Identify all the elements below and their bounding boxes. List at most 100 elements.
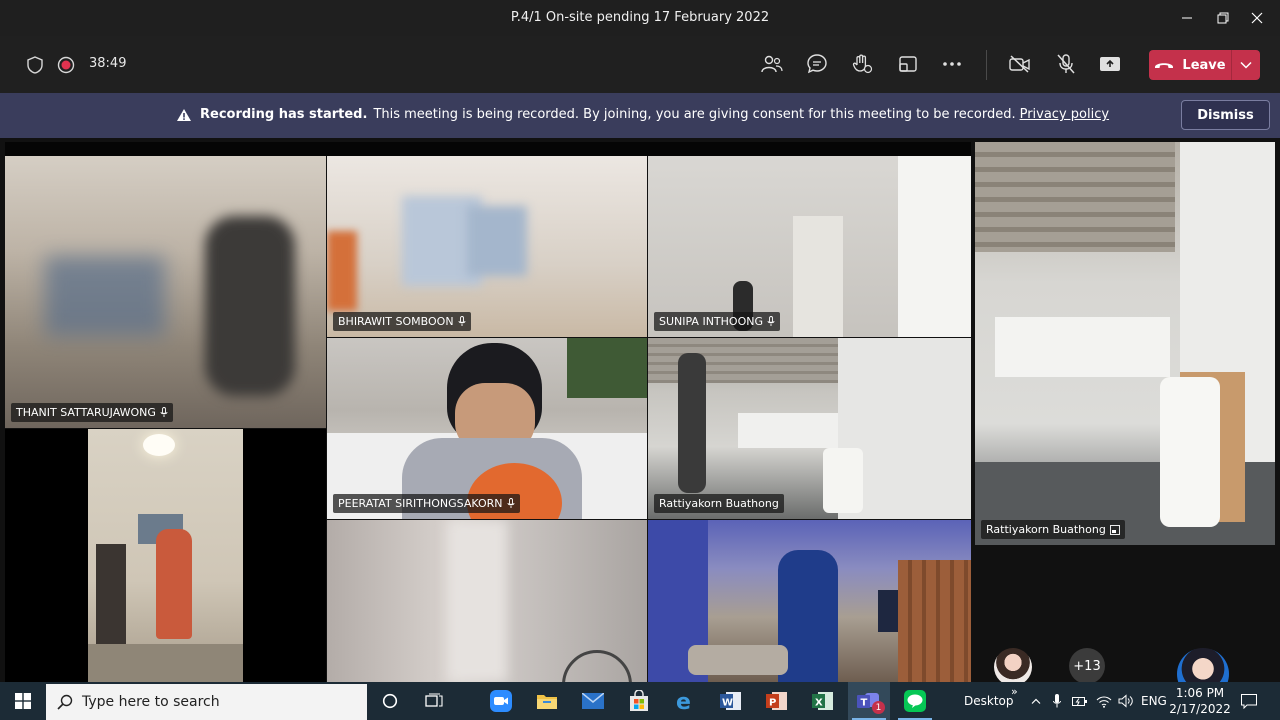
participant-nametag: SUNIPA INTHOONG bbox=[654, 312, 780, 331]
video-tile[interactable]: THANIT SATTARUJAWONG bbox=[5, 156, 326, 428]
show-hidden-icons-button[interactable] bbox=[1028, 682, 1044, 720]
zoom-app[interactable] bbox=[483, 682, 519, 720]
floor bbox=[88, 644, 243, 682]
word-app[interactable]: W bbox=[713, 682, 749, 720]
microphone-tray[interactable] bbox=[1049, 682, 1065, 720]
leave-options-button[interactable] bbox=[1232, 50, 1260, 80]
camera-off-icon bbox=[1009, 55, 1030, 73]
recording-indicator-icon bbox=[55, 54, 77, 76]
mail-app[interactable] bbox=[575, 682, 611, 720]
mail-icon bbox=[582, 693, 604, 709]
teams-notification-badge: 1 bbox=[872, 701, 885, 714]
shield-icon[interactable] bbox=[24, 54, 46, 76]
person-silhouette bbox=[156, 529, 192, 639]
stage-top-strip bbox=[5, 142, 971, 156]
ceiling-light bbox=[143, 434, 175, 456]
teams-app[interactable]: T 1 bbox=[848, 682, 890, 720]
more-actions-button[interactable] bbox=[940, 52, 964, 76]
participant-nametag: THANIT SATTARUJAWONG bbox=[11, 403, 173, 422]
blurred-object bbox=[327, 231, 357, 311]
store-app[interactable] bbox=[621, 682, 657, 720]
recording-text: This meeting is being recorded. By joini… bbox=[373, 107, 1016, 122]
mic-icon bbox=[160, 407, 168, 417]
volume-tray[interactable] bbox=[1117, 682, 1135, 720]
video-feed bbox=[88, 429, 243, 682]
restore-icon bbox=[1217, 12, 1229, 24]
sofa bbox=[688, 645, 788, 675]
video-tile[interactable] bbox=[5, 429, 326, 682]
powerpoint-app[interactable]: P bbox=[759, 682, 795, 720]
edge-app[interactable]: e bbox=[667, 682, 703, 720]
video-tile[interactable]: Rattiyakorn Buathong bbox=[648, 338, 971, 519]
taskbar-clock[interactable]: 1:06 PM 2/17/2022 bbox=[1168, 685, 1232, 717]
video-tile[interactable]: PEERATAT SIRITHONGSAKORN bbox=[327, 338, 647, 519]
plastic-chair bbox=[1160, 377, 1220, 527]
mic-icon bbox=[507, 498, 514, 508]
wifi-tray[interactable] bbox=[1095, 682, 1113, 720]
file-explorer-app[interactable] bbox=[529, 682, 565, 720]
blurred-window bbox=[467, 206, 527, 276]
spotlight-video-tile[interactable]: Rattiyakorn Buathong bbox=[975, 142, 1275, 545]
video-tile[interactable] bbox=[648, 520, 971, 682]
taskbar-search-box[interactable]: Type here to search bbox=[46, 684, 367, 720]
participants-button[interactable] bbox=[760, 52, 784, 76]
fan bbox=[562, 650, 632, 682]
input-language[interactable]: ENG bbox=[1141, 694, 1167, 708]
svg-text:e: e bbox=[676, 690, 691, 712]
search-icon bbox=[57, 694, 73, 710]
reactions-button[interactable] bbox=[850, 52, 874, 76]
mic-icon bbox=[767, 316, 775, 326]
toolbar-overflow[interactable]: » bbox=[1011, 685, 1018, 698]
screen-share-badge-icon bbox=[1109, 524, 1120, 535]
line-icon bbox=[904, 690, 926, 712]
wifi-icon bbox=[1096, 696, 1112, 708]
rooms-button[interactable] bbox=[896, 52, 920, 76]
share-button[interactable] bbox=[1098, 52, 1122, 76]
battery-charging-icon bbox=[1072, 697, 1087, 706]
participant-name: Rattiyakorn Buathong bbox=[659, 497, 779, 510]
recording-banner: Recording has started. This meeting is b… bbox=[0, 93, 1280, 138]
meeting-toolbar: 38:49 Leave bbox=[0, 36, 1280, 93]
search-placeholder: Type here to search bbox=[82, 694, 220, 710]
warning-icon bbox=[177, 108, 191, 121]
line-app[interactable] bbox=[894, 682, 936, 720]
task-view-button[interactable] bbox=[416, 682, 452, 720]
clock-time: 1:06 PM bbox=[1175, 686, 1225, 700]
mic-button[interactable] bbox=[1054, 52, 1078, 76]
leave-button[interactable]: Leave bbox=[1149, 50, 1231, 80]
ceiling-beams bbox=[648, 338, 838, 383]
close-button[interactable] bbox=[1234, 0, 1280, 36]
video-tile[interactable] bbox=[327, 520, 647, 682]
chat-button[interactable] bbox=[805, 52, 829, 76]
volume-icon bbox=[1118, 694, 1133, 708]
notifications-button[interactable] bbox=[1236, 682, 1262, 720]
participant-avatar[interactable] bbox=[994, 648, 1032, 686]
leave-label: Leave bbox=[1182, 57, 1226, 73]
dismiss-button[interactable]: Dismiss bbox=[1181, 100, 1270, 130]
mic-off-icon bbox=[1057, 54, 1075, 74]
plastic-chair bbox=[823, 448, 863, 513]
video-tile[interactable]: BHIRAWIT SOMBOON bbox=[327, 156, 647, 337]
participant-nametag: Rattiyakorn Buathong bbox=[654, 494, 784, 513]
notification-center-icon bbox=[1241, 693, 1257, 709]
cortana-button[interactable] bbox=[372, 682, 408, 720]
more-icon bbox=[943, 62, 961, 66]
camera-button[interactable] bbox=[1008, 52, 1032, 76]
video-tile[interactable]: SUNIPA INTHOONG bbox=[648, 156, 971, 337]
privacy-policy-link[interactable]: Privacy policy bbox=[1020, 107, 1109, 122]
teams-meeting-window: P.4/1 On-site pending 17 February 2022 3… bbox=[0, 0, 1280, 720]
excel-app[interactable]: X bbox=[805, 682, 841, 720]
start-button[interactable] bbox=[0, 682, 46, 720]
battery-tray[interactable] bbox=[1071, 682, 1089, 720]
participant-nametag: Rattiyakorn Buathong bbox=[981, 520, 1125, 539]
desktop-toolbar-label[interactable]: Desktop bbox=[964, 694, 1014, 708]
title-bar: P.4/1 On-site pending 17 February 2022 bbox=[0, 0, 1280, 36]
chat-icon bbox=[807, 54, 827, 74]
file-explorer-icon bbox=[537, 695, 557, 709]
meeting-timer: 38:49 bbox=[89, 56, 127, 71]
participant-nametag: PEERATAT SIRITHONGSAKORN bbox=[333, 494, 520, 513]
cortana-icon bbox=[382, 693, 398, 709]
more-participants-button[interactable]: +13 bbox=[1069, 648, 1105, 684]
blurred-object bbox=[45, 256, 165, 336]
excel-icon: X bbox=[812, 692, 833, 710]
